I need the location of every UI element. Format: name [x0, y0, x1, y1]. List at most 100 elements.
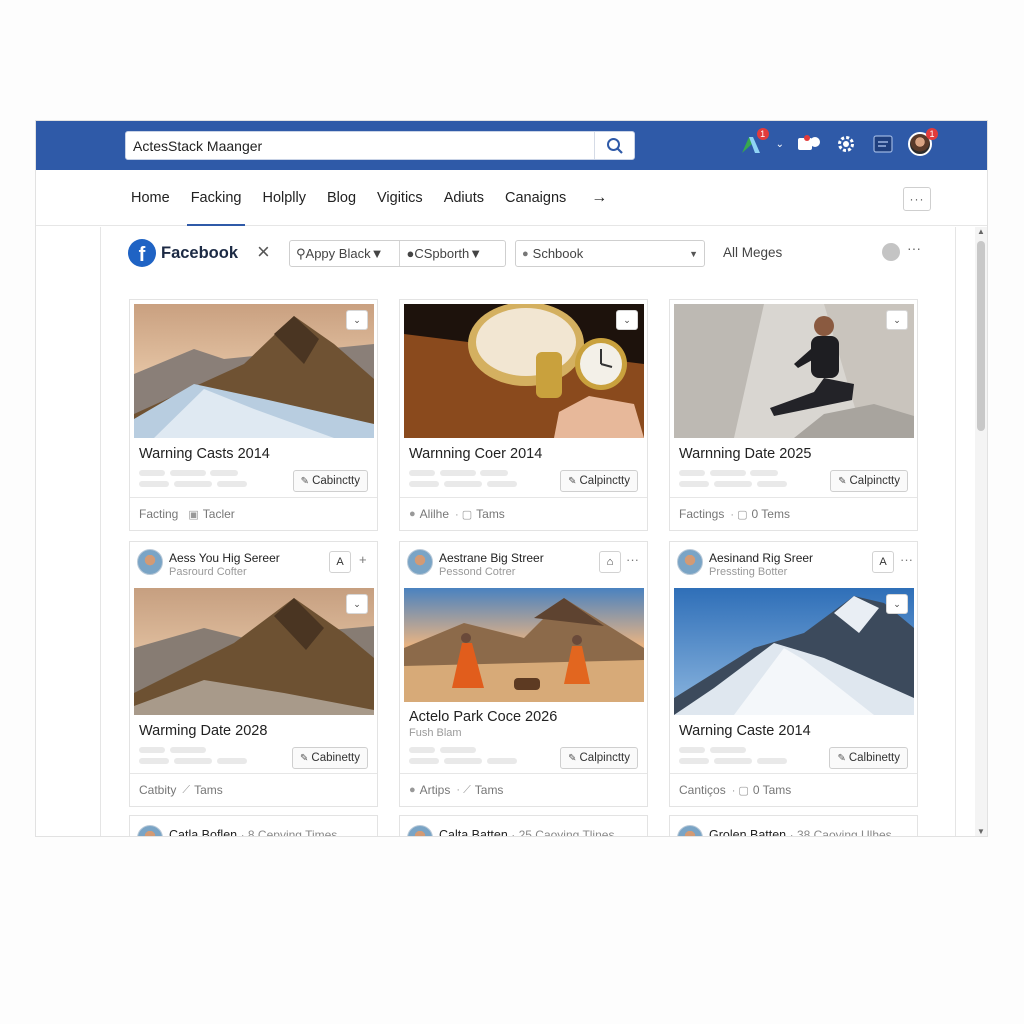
tab-home[interactable]: Home [131, 170, 170, 226]
placeholder-bar [750, 470, 778, 476]
card-menu-button[interactable]: ⌄ [346, 594, 368, 614]
list-item[interactable]: Calta Batten · 25 Caoying Tlines [399, 815, 648, 836]
card-more-icon[interactable]: ··· [626, 552, 639, 567]
scroll-up-icon[interactable]: ▲ [977, 227, 985, 236]
card-menu-button[interactable]: ⌄ [886, 594, 908, 614]
card-action-button[interactable]: ✎ Calpinctty [560, 470, 638, 492]
gear-icon [838, 136, 854, 152]
list-item[interactable]: Catla Boflen · 8 Cepving Times [129, 815, 378, 837]
card-author-name: Aesinand Rig Sreer [709, 551, 814, 565]
settings-gear-icon[interactable] [882, 243, 900, 261]
scroll-down-icon[interactable]: ▼ [977, 827, 985, 836]
nav-more-button[interactable]: ··· [903, 187, 931, 211]
card-image-snow-mountain: ⌄ [674, 588, 914, 715]
card-title: Warnning Date 2025 [679, 446, 812, 462]
close-icon[interactable]: × [257, 240, 270, 264]
ads-manager-button[interactable]: 1 [739, 128, 769, 156]
placeholder-bar [444, 481, 482, 487]
account-select-a-label: Appy Black [305, 246, 371, 261]
card-more-icon[interactable]: ··· [900, 552, 913, 567]
card-footer-right: Tams [474, 783, 504, 797]
list-item[interactable]: Grolen Batten · 38 Caoying Ulhes [669, 815, 918, 836]
ad-card[interactable]: ⌄ Warning Casts 2014 ✎ Cabinctty Facting … [129, 299, 378, 531]
scrollbar-thumb[interactable] [977, 241, 985, 431]
link-icon: ⟋ [182, 783, 191, 796]
tab-blog[interactable]: Blog [327, 170, 356, 226]
card-more-icon[interactable]: + [359, 552, 367, 567]
pencil-icon: ✎ [568, 475, 577, 487]
card-footer-right: 0 Tems [751, 507, 790, 521]
card-image-man-on-rock: ⌄ [674, 304, 914, 438]
messages-button[interactable] [797, 132, 821, 156]
avatar [407, 825, 433, 836]
tab-holplly[interactable]: Holplly [262, 170, 306, 226]
card-header: Aestrane Big Streer Pessond Cotrer ⌂ ··· [400, 542, 647, 582]
card-menu-button[interactable]: ⌄ [346, 310, 368, 330]
card-action-label: Calpinctty [579, 475, 631, 487]
placeholder-bar [409, 481, 439, 487]
card-footer: Factings · ▢ 0 Tems [670, 497, 917, 530]
account-select-b[interactable]: ● CSpborth ▼ [399, 241, 505, 266]
filter-more-icon[interactable]: ··· [907, 240, 921, 256]
tab-adiuts[interactable]: Adiuts [444, 170, 484, 226]
tab-vigitics[interactable]: Vigitics [377, 170, 423, 226]
placeholder-bar [139, 747, 165, 753]
card-action-label: Calpinctty [579, 752, 631, 764]
card-action-button[interactable]: ✎ Calpinctty [560, 747, 638, 769]
tab-facking[interactable]: Facking [186, 170, 246, 226]
placeholder-bar [757, 481, 787, 487]
card-action-button[interactable]: ✎ Cabinetty [292, 747, 368, 769]
tag-icon: ▣ [188, 508, 199, 521]
ad-card[interactable]: Aesinand Rig Sreer Pressting Botter A ··… [669, 541, 918, 807]
search-button[interactable] [594, 132, 634, 159]
list-item-meta: · 8 Cepving Times [240, 828, 338, 837]
card-footer: Cantiços · ▢ 0 Tams [670, 773, 917, 806]
book-select[interactable]: ● Schbook ▼ [515, 240, 705, 267]
top-bar: 1 ⌄ [36, 121, 987, 170]
tabs-next-arrow-icon[interactable]: → [591, 189, 607, 207]
scrollbar[interactable]: ▲ ▼ [975, 227, 987, 836]
chevron-down-icon[interactable]: ⌄ [776, 139, 784, 150]
all-meges-link[interactable]: All Meges [723, 245, 782, 260]
card-action-label: Calbinetty [848, 752, 900, 764]
card-action-button[interactable]: ✎ Calbinetty [829, 747, 908, 769]
profile-button[interactable]: 1 [908, 128, 938, 156]
apple-icon: ● [522, 247, 529, 260]
brand-title: Facebook [161, 244, 239, 262]
book-select-label: Schbook [532, 246, 584, 261]
card-menu-button[interactable]: ⌄ [886, 310, 908, 330]
card-header-button[interactable]: A [329, 551, 351, 573]
ad-card[interactable]: ⌄ Warnning Coer 2014 ✎ Calpinctty ● Alilh… [399, 299, 648, 531]
card-header-button[interactable]: A [872, 551, 894, 573]
chat-icon [798, 135, 820, 150]
list-item-label: Calta Batten · 25 Caoying Tlines [439, 828, 614, 836]
ad-card[interactable]: ⌄ Warnning Date 2025 ✎ Calpinctty Facting… [669, 299, 918, 531]
ad-card[interactable]: Aestrane Big Streer Pessond Cotrer ⌂ ··· [399, 541, 648, 807]
chevron-down-icon: ▼ [689, 248, 698, 259]
settings-button[interactable] [834, 132, 858, 156]
apple-icon: ● [409, 508, 416, 520]
ad-card[interactable]: Aess You Hig Sereer Pasrourd Cofter A + … [129, 541, 378, 807]
list-item-label: Catla Boflen · 8 Cepving Times [169, 828, 338, 837]
account-select-a[interactable]: ⚲ Appy Black ▼ [290, 241, 399, 266]
avatar [137, 825, 163, 836]
search-small-icon: ⚲ [296, 245, 306, 261]
placeholder-bar [170, 470, 206, 476]
placeholder-bar [714, 758, 752, 764]
tab-canaigns[interactable]: Canaigns [505, 170, 566, 226]
pencil-icon: ✎ [838, 475, 847, 487]
search-input[interactable] [126, 132, 594, 159]
card-action-button[interactable]: ✎ Cabinctty [292, 470, 368, 492]
chevron-down-icon: ▼ [370, 246, 384, 261]
card-footer: ● Artips · ⟋ Tams [400, 773, 647, 806]
card-header-button[interactable]: ⌂ [599, 551, 621, 573]
card-action-button[interactable]: ✎ Calpinctty [830, 470, 908, 492]
card-header: Aess You Hig Sereer Pasrourd Cofter A + [130, 542, 377, 582]
card-author-role: Pasrourd Cofter [169, 566, 247, 578]
tag-icon: · ▢ [730, 508, 748, 521]
placeholder-bar [679, 747, 705, 753]
inbox-button[interactable] [871, 132, 895, 156]
placeholder-bar [409, 758, 439, 764]
card-menu-button[interactable]: ⌄ [616, 310, 638, 330]
card-footer-right: Tams [194, 783, 223, 797]
